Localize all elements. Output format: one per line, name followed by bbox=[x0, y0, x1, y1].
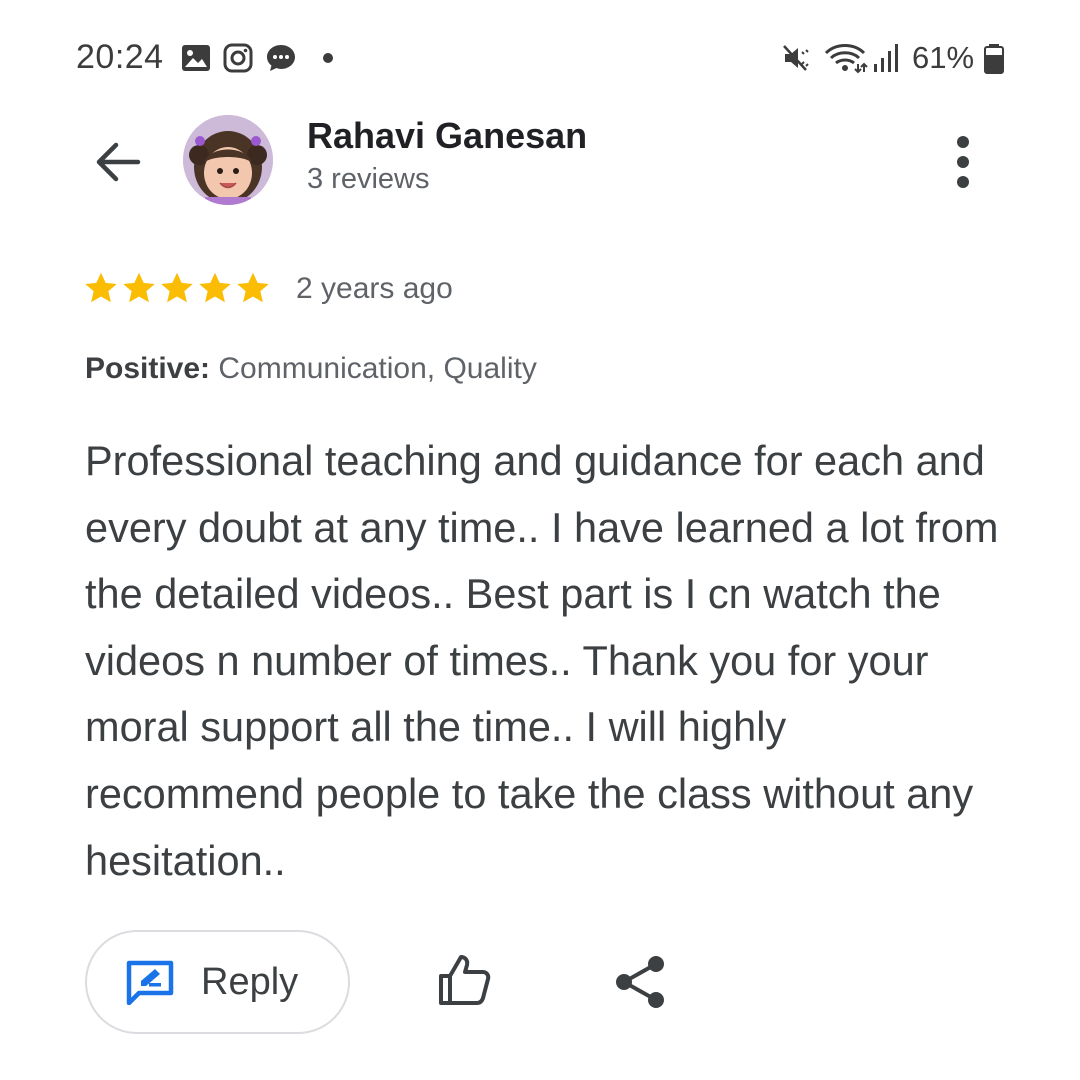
avatar[interactable] bbox=[183, 115, 273, 205]
battery-icon bbox=[984, 44, 1004, 74]
instagram-icon bbox=[223, 43, 253, 73]
star-icon bbox=[85, 272, 117, 303]
reviewer-name[interactable]: Rahavi Ganesan bbox=[307, 115, 587, 157]
thumb-up-icon bbox=[439, 955, 491, 1005]
reply-label: Reply bbox=[201, 960, 299, 1003]
more-vert-icon bbox=[957, 136, 969, 148]
star-rating bbox=[83, 270, 271, 306]
star-icon bbox=[237, 272, 269, 303]
like-button[interactable] bbox=[434, 950, 494, 1010]
star-icon bbox=[199, 272, 231, 303]
profile-photo bbox=[183, 115, 273, 205]
attributes-label: Positive: bbox=[85, 352, 211, 385]
rate-review-icon bbox=[126, 960, 174, 1005]
reply-button[interactable]: Reply bbox=[85, 930, 350, 1034]
status-bar: 20:24 61% bbox=[0, 0, 1080, 120]
back-button[interactable] bbox=[90, 134, 146, 190]
star-icon bbox=[161, 272, 193, 303]
arrow-back-icon bbox=[96, 142, 141, 182]
star-icon bbox=[123, 272, 155, 303]
review-time: 2 years ago bbox=[296, 272, 453, 305]
share-icon bbox=[616, 956, 664, 1008]
more-notifications-dot bbox=[323, 53, 333, 63]
wifi-icon bbox=[824, 44, 868, 74]
battery-percent: 61% bbox=[912, 40, 975, 75]
more-options-button[interactable] bbox=[940, 130, 986, 194]
status-time: 20:24 bbox=[76, 38, 164, 76]
review-count: 3 reviews bbox=[307, 163, 430, 195]
mute-icon bbox=[783, 45, 809, 71]
signal-icon bbox=[874, 44, 898, 72]
messages-icon bbox=[267, 45, 295, 71]
gallery-icon bbox=[182, 45, 210, 71]
review-text: Professional teaching and guidance for e… bbox=[85, 437, 999, 884]
attributes-value: Communication, Quality bbox=[210, 352, 537, 385]
review-attributes: Positive: Communication, Quality bbox=[85, 352, 537, 386]
share-button[interactable] bbox=[612, 952, 668, 1012]
